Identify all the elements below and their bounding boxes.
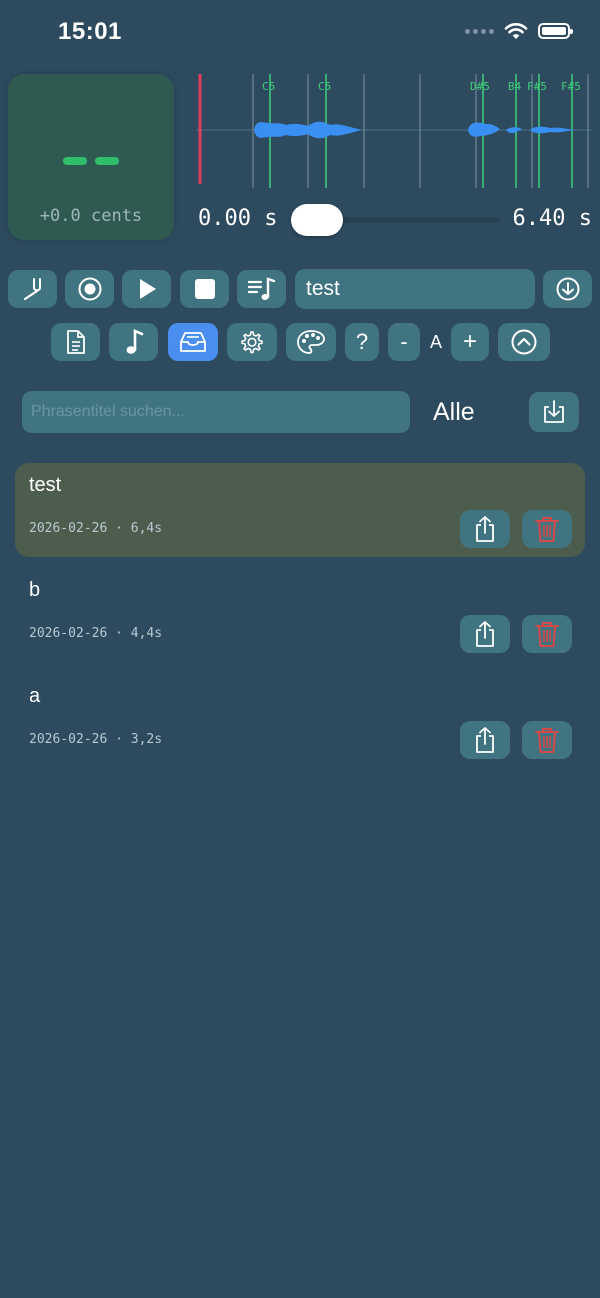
note-label-6: F#5 (561, 80, 581, 93)
gear-icon (241, 331, 263, 354)
status-time: 15:01 (58, 18, 122, 45)
download-circle-icon (556, 277, 579, 301)
note-icon (126, 329, 143, 354)
chevron-up-circle-icon (511, 329, 537, 355)
delete-button[interactable] (522, 721, 572, 759)
phrase-meta: 2026-02-26 · 6,4s (29, 521, 163, 536)
status-icons (465, 22, 573, 40)
phrase-list-item[interactable]: a 2026-02-26 · 3,2s (15, 674, 585, 768)
collapse-button[interactable] (498, 323, 550, 361)
stop-icon (194, 279, 215, 299)
note-label-2: C5 (318, 80, 332, 93)
inbox-icon (180, 332, 206, 352)
phrase-meta: 2026-02-26 · 4,4s (29, 626, 163, 641)
document-icon (66, 330, 85, 354)
phrase-meta: 2026-02-26 · 3,2s (29, 732, 163, 747)
palette-icon (297, 330, 325, 354)
filter-selector[interactable]: Alle (433, 398, 475, 427)
record-button[interactable] (65, 270, 114, 308)
download-button[interactable] (543, 270, 592, 308)
phrase-search-input[interactable] (22, 391, 410, 433)
trash-icon (535, 622, 559, 647)
theme-button[interactable] (286, 323, 336, 361)
delete-button[interactable] (522, 615, 572, 653)
trash-icon (535, 728, 559, 753)
share-icon (476, 727, 494, 753)
playlist-button[interactable] (237, 270, 286, 308)
tuning-fork-icon (23, 278, 41, 301)
delete-button[interactable] (522, 510, 572, 548)
phrase-list-item[interactable]: test 2026-02-26 · 6,4s (15, 463, 585, 557)
tuner-cents: +0.0 cents (39, 206, 143, 226)
share-icon (476, 516, 494, 542)
playback-end-time: 6.40 s (512, 206, 592, 231)
tuner-note-indicator: – – (63, 157, 119, 165)
phrase-title: b (29, 579, 41, 601)
document-button[interactable] (51, 323, 100, 361)
share-button[interactable] (460, 510, 510, 548)
share-button[interactable] (460, 721, 510, 759)
note-label-4: B4 (508, 80, 522, 93)
note-label-5: F#5 (527, 80, 547, 93)
trash-icon (535, 517, 559, 542)
phrase-list-item[interactable]: b 2026-02-26 · 4,4s (15, 568, 585, 662)
battery-icon (538, 23, 573, 39)
tuner-button[interactable] (8, 270, 57, 308)
stop-button[interactable] (180, 270, 229, 308)
play-button[interactable] (122, 270, 171, 308)
phrase-title-field[interactable]: test (295, 269, 535, 309)
record-icon (78, 277, 101, 301)
cellular-signal-icon (465, 28, 494, 34)
import-button[interactable] (529, 392, 579, 432)
playback-start-time: 0.00 s (198, 206, 278, 231)
share-icon (476, 621, 494, 647)
waveform-view[interactable]: C5 C5 D#5 B4 F#5 F#5 (196, 72, 592, 190)
play-icon (139, 279, 156, 299)
note-label-3: D#5 (470, 80, 490, 93)
phrase-title: test (29, 474, 62, 496)
wifi-icon (504, 23, 528, 39)
share-button[interactable] (460, 615, 510, 653)
font-size-label: A (430, 332, 443, 352)
phrase-title: a (29, 685, 41, 707)
help-button[interactable]: ? (345, 323, 379, 361)
import-icon (544, 400, 564, 423)
font-decrease-button[interactable]: - (388, 323, 420, 361)
library-button[interactable] (168, 323, 218, 361)
font-increase-button[interactable]: + (451, 323, 489, 361)
note-button[interactable] (109, 323, 158, 361)
note-label-1: C5 (262, 80, 276, 93)
playlist-icon (247, 277, 275, 300)
settings-button[interactable] (227, 323, 277, 361)
playback-slider-thumb[interactable] (291, 204, 343, 236)
